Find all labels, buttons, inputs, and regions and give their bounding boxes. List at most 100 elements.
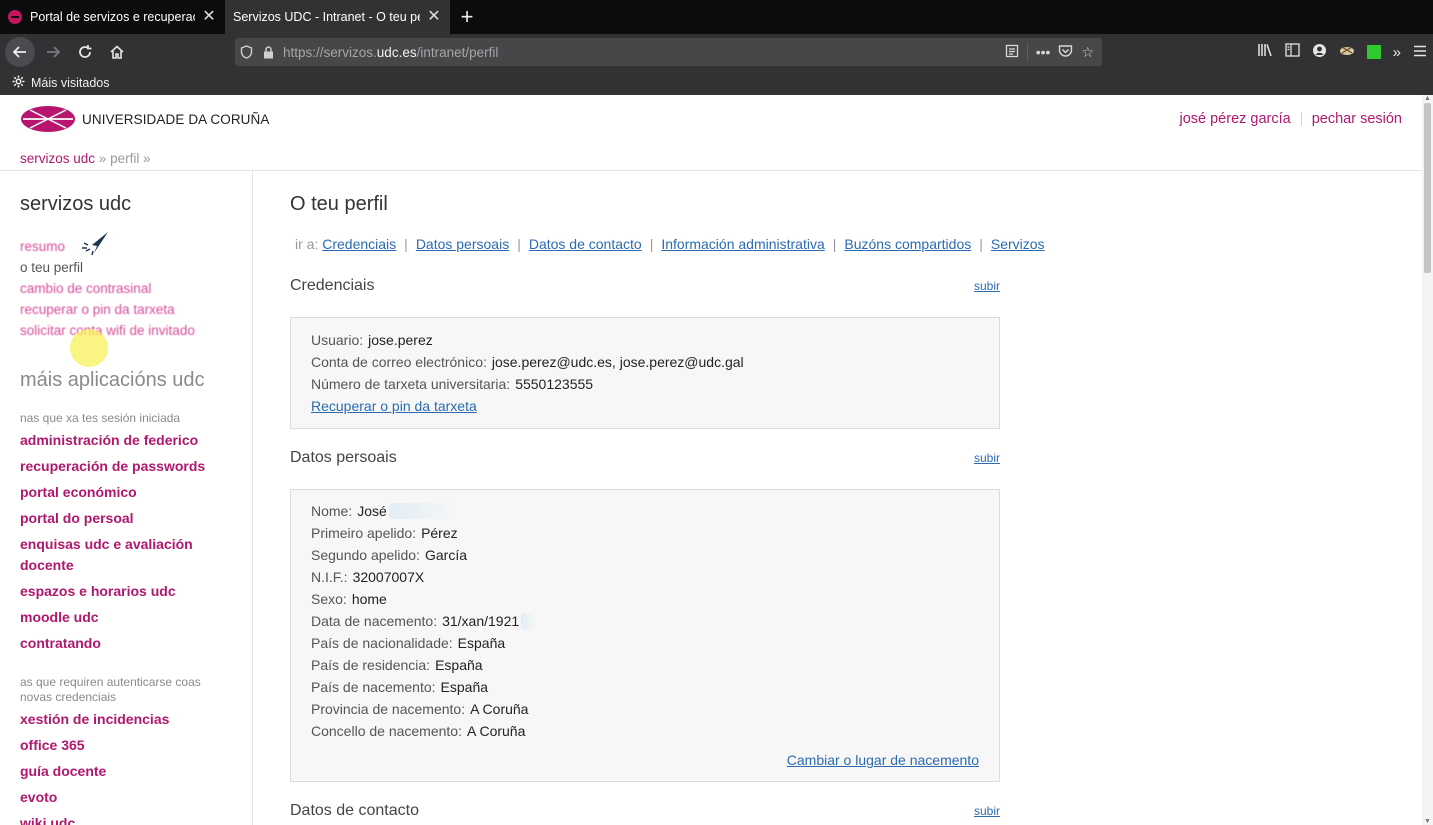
personal-row: Provincia de nacemento: A Coruña <box>311 701 529 717</box>
redaction-mark <box>521 613 537 629</box>
breadcrumb-home-link[interactable]: servizos udc <box>20 151 95 166</box>
app-link[interactable]: office 365 <box>20 735 230 756</box>
udc-favicon-icon <box>8 10 22 24</box>
mouse-pointer-icon <box>82 232 108 256</box>
app-link[interactable]: portal do persoal <box>20 508 230 529</box>
browser-tab-portal[interactable]: Portal de servizos e recuperación ✕ <box>0 0 225 34</box>
scroll-up-link[interactable]: subir <box>974 804 1000 818</box>
apps-caption-new: as que requiren autenticarse coas novas … <box>20 675 201 704</box>
site-header: UNIVERSIDADE DA CORUÑA josé pérez garcía… <box>0 95 1422 171</box>
sidebar-item-wifi[interactable]: solicitar conta wifi de invitado <box>20 320 195 341</box>
page-content: UNIVERSIDADE DA CORUÑA josé pérez garcía… <box>0 95 1422 825</box>
app-link[interactable]: espazos e horarios udc <box>20 581 230 602</box>
app-link[interactable]: xestión de incidencias <box>20 709 230 730</box>
scroll-up-arrow-icon[interactable]: ▲ <box>1424 95 1431 102</box>
arrow-left-icon <box>12 46 26 58</box>
app-link[interactable]: recuperación de passwords <box>20 456 230 477</box>
cursor-highlight <box>70 329 108 367</box>
credentials-card: Usuario: jose.perez Conta de correo elect… <box>290 317 1000 429</box>
back-button[interactable] <box>5 37 35 67</box>
user-name-link[interactable]: josé pérez garcía <box>1179 111 1290 127</box>
menu-icon[interactable] <box>1413 44 1427 61</box>
logout-link[interactable]: pechar sesión <box>1312 111 1402 127</box>
section-link-datos-contacto[interactable]: Datos de contacto <box>529 236 642 252</box>
browser-tab-bar: Portal de servizos e recuperación ✕ Serv… <box>0 0 1433 34</box>
personal-row: Data de nacemento: 31/xan/1921 <box>311 610 979 632</box>
credentials-header: Credenciais subir <box>290 277 1000 295</box>
arrow-right-icon <box>47 46 61 58</box>
extension-icon[interactable] <box>1339 43 1355 61</box>
reload-button[interactable] <box>71 38 99 66</box>
home-button[interactable] <box>103 38 131 66</box>
app-link[interactable]: portal económico <box>20 482 230 503</box>
shield-icon[interactable] <box>235 38 257 66</box>
app-link[interactable]: administración de federico <box>20 430 230 451</box>
bookmark-most-visited[interactable]: Máis visitados <box>31 76 110 90</box>
personal-row: Segundo apelido: García <box>311 547 468 563</box>
overflow-chevron-icon[interactable]: » <box>1393 44 1401 61</box>
reader-view-icon[interactable] <box>1005 44 1019 61</box>
more-actions-icon[interactable]: ••• <box>1036 44 1051 60</box>
sidebar: servizos udc resumo o teu perfil cambio … <box>0 171 253 825</box>
browser-tab-intranet[interactable]: Servizos UDC - Intranet - O teu perfil ✕ <box>225 0 450 34</box>
credential-row: Usuario: jose.perez <box>311 332 433 348</box>
close-icon[interactable]: ✕ <box>426 9 442 25</box>
sidebar-item-perfil[interactable]: o teu perfil <box>20 257 195 278</box>
lock-icon[interactable] <box>257 38 279 66</box>
section-link-credenciais[interactable]: Credenciais <box>322 236 396 252</box>
extension-green-icon[interactable] <box>1366 45 1381 59</box>
library-icon[interactable] <box>1257 43 1273 61</box>
credential-row: Número de tarxeta universitaria: 55501235… <box>311 376 594 392</box>
close-icon[interactable]: ✕ <box>201 9 217 25</box>
breadcrumb-separator: » <box>98 151 107 166</box>
new-tab-button[interactable]: + <box>450 0 484 34</box>
sidebar-item-contrasinal[interactable]: cambio de contrasinal <box>20 278 195 299</box>
recover-pin-link[interactable]: Recuperar o pin da tarxeta <box>311 398 477 414</box>
sidebar-item-pin[interactable]: recuperar o pin da tarxeta <box>20 299 195 320</box>
personal-title: Datos persoais <box>290 449 397 466</box>
app-link[interactable]: guía docente <box>20 761 230 782</box>
pipe-separator: | <box>517 236 521 252</box>
app-link[interactable]: evoto <box>20 787 230 808</box>
personal-row: Nome: José <box>311 500 979 522</box>
scroll-down-arrow-icon[interactable]: ▼ <box>1424 818 1431 825</box>
app-link[interactable]: moodle udc <box>20 607 230 628</box>
home-icon <box>110 45 124 59</box>
scrollbar-thumb[interactable] <box>1424 103 1431 273</box>
page-scrollbar[interactable]: ▲ ▼ <box>1422 95 1433 825</box>
link-separator <box>1300 112 1302 126</box>
apps-caption-logged: nas que xa tes sesión iniciada <box>20 411 181 425</box>
forward-button[interactable] <box>39 38 67 66</box>
pipe-separator: | <box>649 236 654 252</box>
app-link[interactable]: wiki udc <box>20 813 230 825</box>
scroll-up-link[interactable]: subir <box>974 451 1000 465</box>
section-link-buzons[interactable]: Buzóns compartidos <box>844 236 971 252</box>
apps-title: máis aplicacións udc <box>20 369 205 391</box>
sidebar-icon[interactable] <box>1285 43 1300 61</box>
page-title: O teu perfil <box>290 193 388 215</box>
reload-icon <box>79 45 92 58</box>
change-birthplace-link[interactable]: Cambiar o lugar de nacemento <box>311 749 979 771</box>
udc-logo[interactable]: UNIVERSIDADE DA CORUÑA <box>20 105 269 133</box>
credential-row: Conta de correo electrónico: jose.perez@u… <box>311 354 744 370</box>
address-bar[interactable]: https://servizos.udc.es/intranet/perfil … <box>235 38 1102 66</box>
section-link-datos-persoais[interactable]: Datos persoais <box>416 236 509 252</box>
app-link[interactable]: contratando <box>20 633 230 654</box>
section-link-servizos[interactable]: Servizos <box>991 236 1045 252</box>
bookmark-star-icon[interactable]: ☆ <box>1081 44 1094 61</box>
pipe-separator: | <box>979 236 983 252</box>
pocket-icon[interactable] <box>1058 44 1073 61</box>
section-link-info-administrativa[interactable]: Información administrativa <box>661 236 824 252</box>
breadcrumb: servizos udc » perfil » <box>20 151 151 166</box>
app-link[interactable]: enquisas udc e avaliación docente <box>20 534 230 576</box>
personal-row: País de residencia: España <box>311 657 483 673</box>
personal-row: País de nacemento: España <box>311 679 489 695</box>
scroll-up-link[interactable]: subir <box>974 279 1000 293</box>
personal-row: País de nacionalidade: España <box>311 635 506 651</box>
account-icon[interactable] <box>1312 43 1327 62</box>
personal-row: Sexo: home <box>311 591 387 607</box>
section-nav: ir a: Credenciais | Datos persoais | Datos d… <box>295 236 1045 252</box>
url-text[interactable]: https://servizos.udc.es/intranet/perfil <box>283 45 1005 60</box>
bookmarks-toolbar: Máis visitados <box>0 70 1433 95</box>
personal-row: N.I.F.: 32007007X <box>311 569 425 585</box>
